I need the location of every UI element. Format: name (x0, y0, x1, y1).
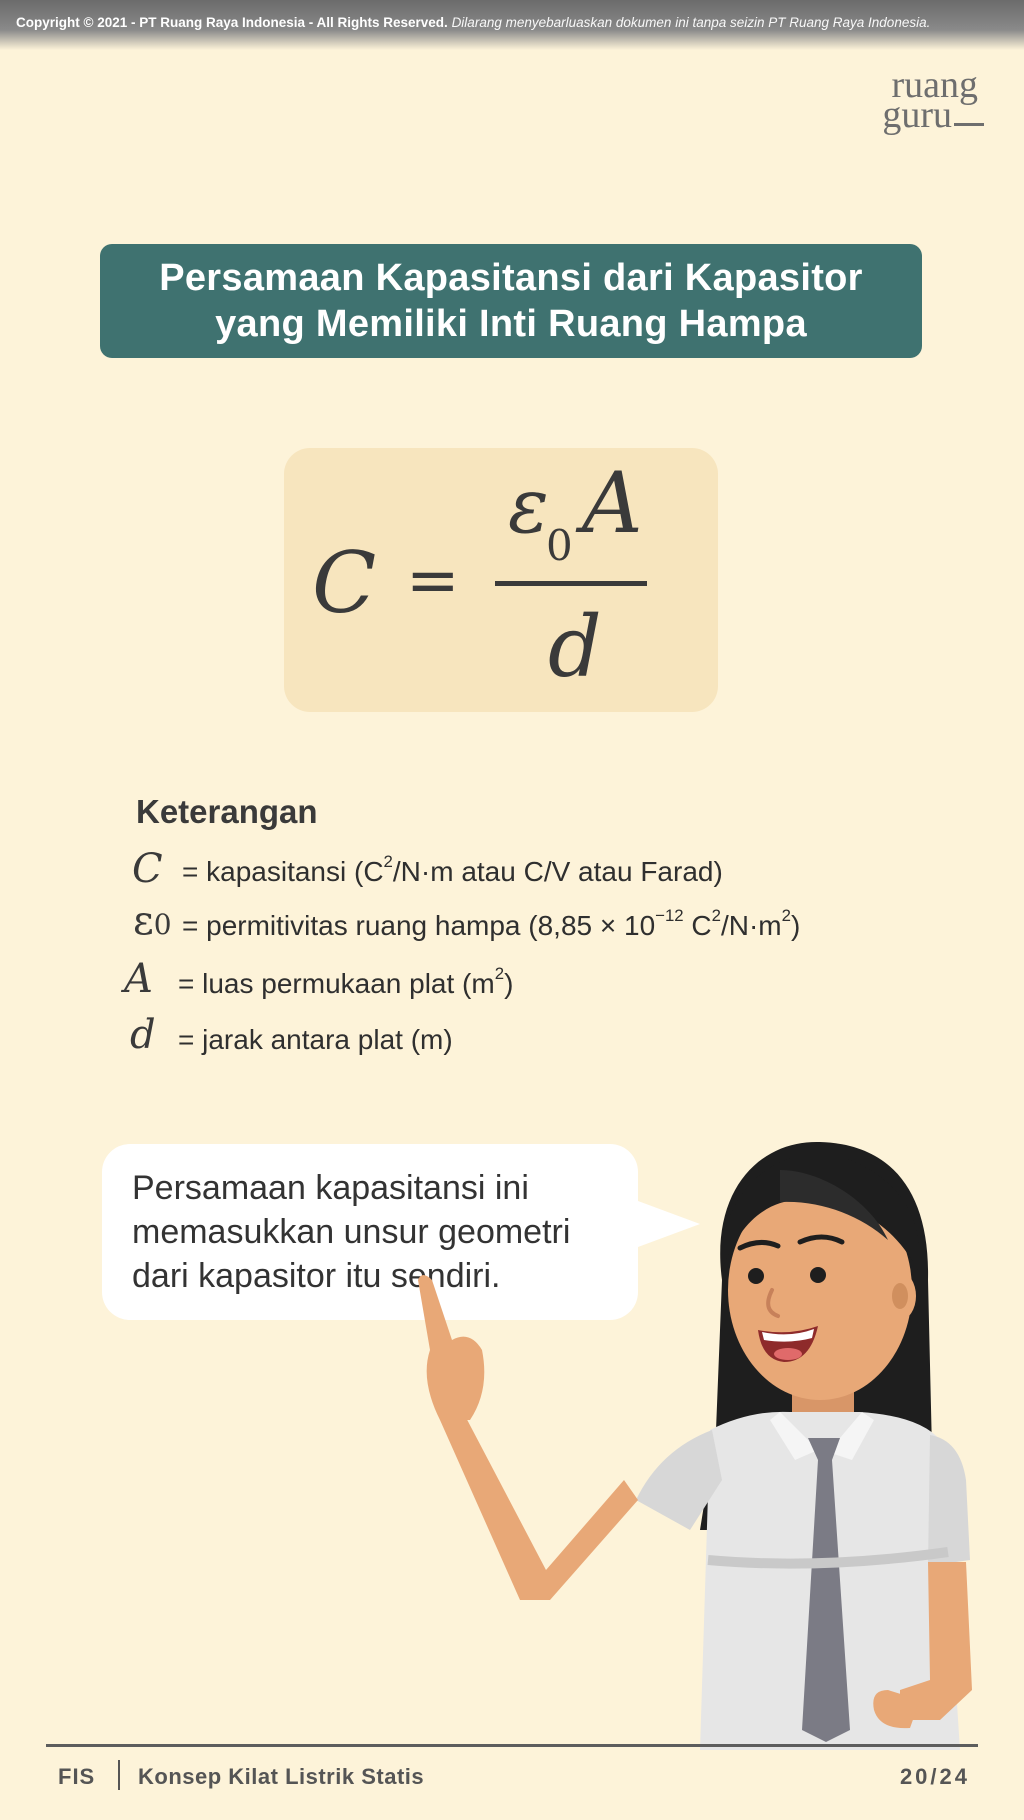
footer-separator (118, 1760, 120, 1790)
logo-line2: guru (838, 96, 984, 134)
keterangan-heading: Keterangan (136, 793, 318, 830)
fraction-bar (495, 581, 647, 586)
legend-desc-epsilon: = permitivitas ruang hampa (8,85 × 10−12… (182, 906, 801, 941)
formula-subscript: 0 (546, 521, 573, 570)
legend-desc-c: = kapasitansi (C2/N·m atau C/V atau Fara… (182, 852, 723, 887)
copyright-text: Copyright © 2021 - PT Ruang Raya Indones… (16, 15, 448, 30)
title-line1: Persamaan Kapasitansi dari Kapasitor (159, 257, 863, 299)
ruangguru-logo: ruang guru (838, 66, 984, 134)
footer: FIS Konsep Kilat Listrik Statis 20/24 (0, 1760, 1024, 1796)
formula-lhs: C (312, 534, 376, 632)
title-line2: yang Memiliki Inti Ruang Hampa (215, 303, 807, 345)
footer-page-number: 20/24 (899, 1764, 970, 1789)
teacher-illustration (418, 1141, 972, 1750)
copyright-notice: Dilarang menyebarluaskan dokumen ini tan… (451, 15, 931, 30)
legend-symbol-epsilon: ε0 (133, 898, 172, 944)
legend-desc-d: = jarak antara plat (m) (178, 1024, 453, 1055)
page-title: Persamaan Kapasitansi dari Kapasitor yan… (100, 244, 922, 358)
capacitance-formula: C = ε 0 A d (312, 454, 647, 696)
legend-symbol-a: A (124, 956, 153, 1002)
copyright-bar: Copyright © 2021 - PT Ruang Raya Indones… (0, 0, 1024, 50)
formula-area: A (575, 454, 643, 552)
formula-epsilon: ε (508, 461, 549, 550)
formula-equals: = (406, 544, 460, 618)
legend-desc-a: = luas permukaan plat (m2) (178, 964, 514, 999)
footer-subject: FIS (58, 1764, 96, 1789)
formula-box: C = ε 0 A d (284, 448, 718, 712)
legend-symbol-d: d (130, 1012, 156, 1058)
footer-divider (46, 1744, 978, 1747)
legend-symbol-c: C (132, 846, 163, 892)
formula-denominator: d (548, 598, 602, 696)
footer-topic: Konsep Kilat Listrik Statis (138, 1764, 425, 1789)
